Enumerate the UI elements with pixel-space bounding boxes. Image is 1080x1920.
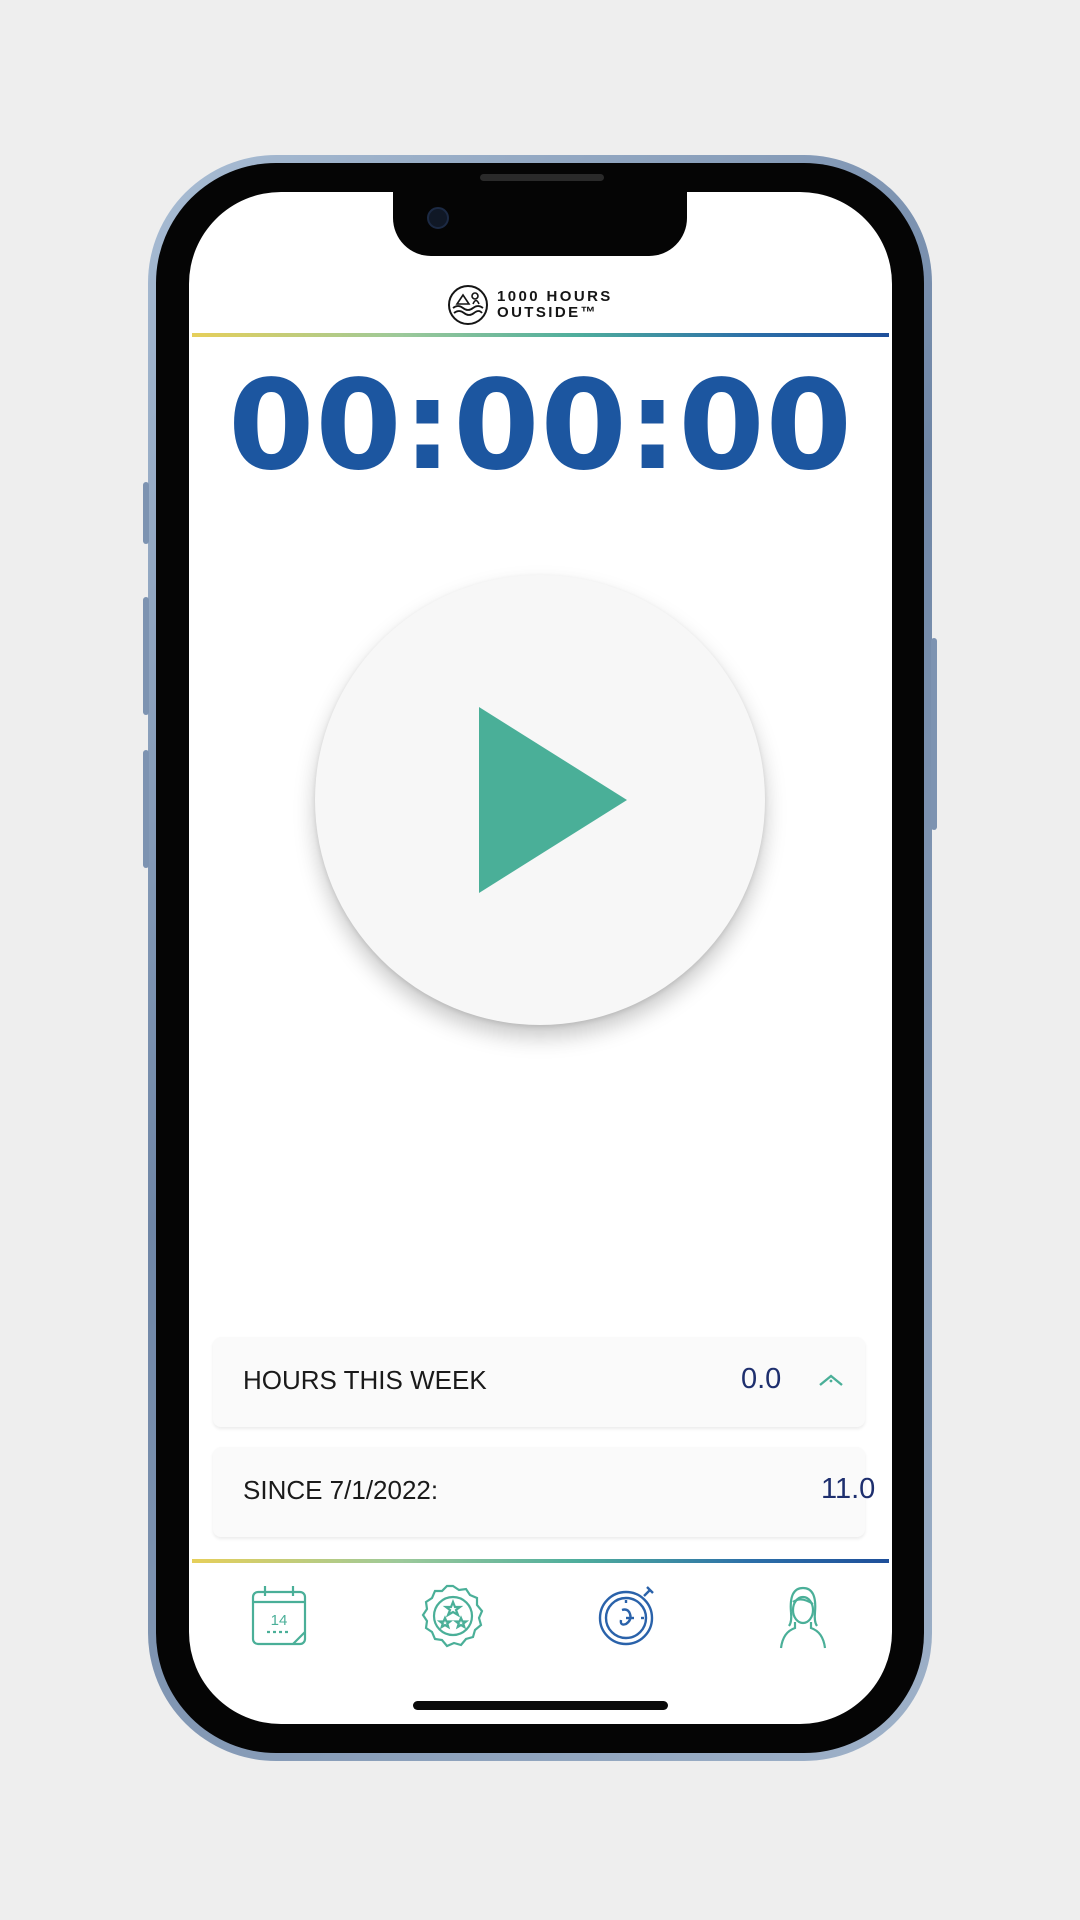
brand-wordmark: 1000 HOURS OUTSIDE™	[497, 289, 613, 321]
volume-down-button	[143, 750, 149, 868]
stage: 1000 HOURS OUTSIDE™ 00:00:00 HOURS THIS …	[0, 0, 1080, 1920]
tab-timer[interactable]	[594, 1582, 662, 1650]
header-divider	[192, 333, 889, 337]
app-screen: 1000 HOURS OUTSIDE™ 00:00:00 HOURS THIS …	[189, 192, 892, 1724]
hours-this-week-label: HOURS THIS WEEK	[243, 1365, 487, 1395]
chevron-up-icon[interactable]	[817, 1373, 845, 1387]
notch	[393, 192, 687, 256]
play-button[interactable]	[315, 575, 765, 1025]
calendar-day-label: 14	[271, 1612, 288, 1629]
since-date-value: 11.0	[821, 1473, 876, 1505]
brand-logo-icon	[448, 285, 488, 325]
person-icon	[779, 1586, 827, 1649]
earpiece-speaker	[480, 174, 604, 181]
power-button	[931, 638, 937, 830]
timer-display: 00:00:00	[228, 354, 853, 498]
tabbar-divider	[192, 1559, 889, 1563]
volume-up-button	[143, 597, 149, 715]
tab-profile[interactable]	[769, 1582, 837, 1650]
tab-calendar[interactable]: 14	[245, 1582, 313, 1650]
tab-badges[interactable]	[419, 1582, 487, 1650]
brand-header: 1000 HOURS OUTSIDE™	[447, 282, 613, 328]
hours-this-week-value: 0.0	[741, 1363, 782, 1395]
stopwatch-icon	[598, 1586, 654, 1646]
hours-this-week-row[interactable]: HOURS THIS WEEK 0.0	[213, 1337, 865, 1427]
front-camera	[427, 207, 449, 229]
since-date-row: SINCE 7/1/2022: 11.0	[213, 1447, 875, 1537]
silent-switch	[143, 482, 149, 544]
play-icon	[479, 707, 627, 893]
brand-line-2: OUTSIDE™	[497, 304, 598, 321]
brand-line-1: 1000 HOURS	[497, 288, 613, 305]
badge-icon	[421, 1584, 484, 1648]
since-date-label: SINCE 7/1/2022:	[243, 1475, 439, 1505]
home-indicator[interactable]	[413, 1701, 668, 1710]
